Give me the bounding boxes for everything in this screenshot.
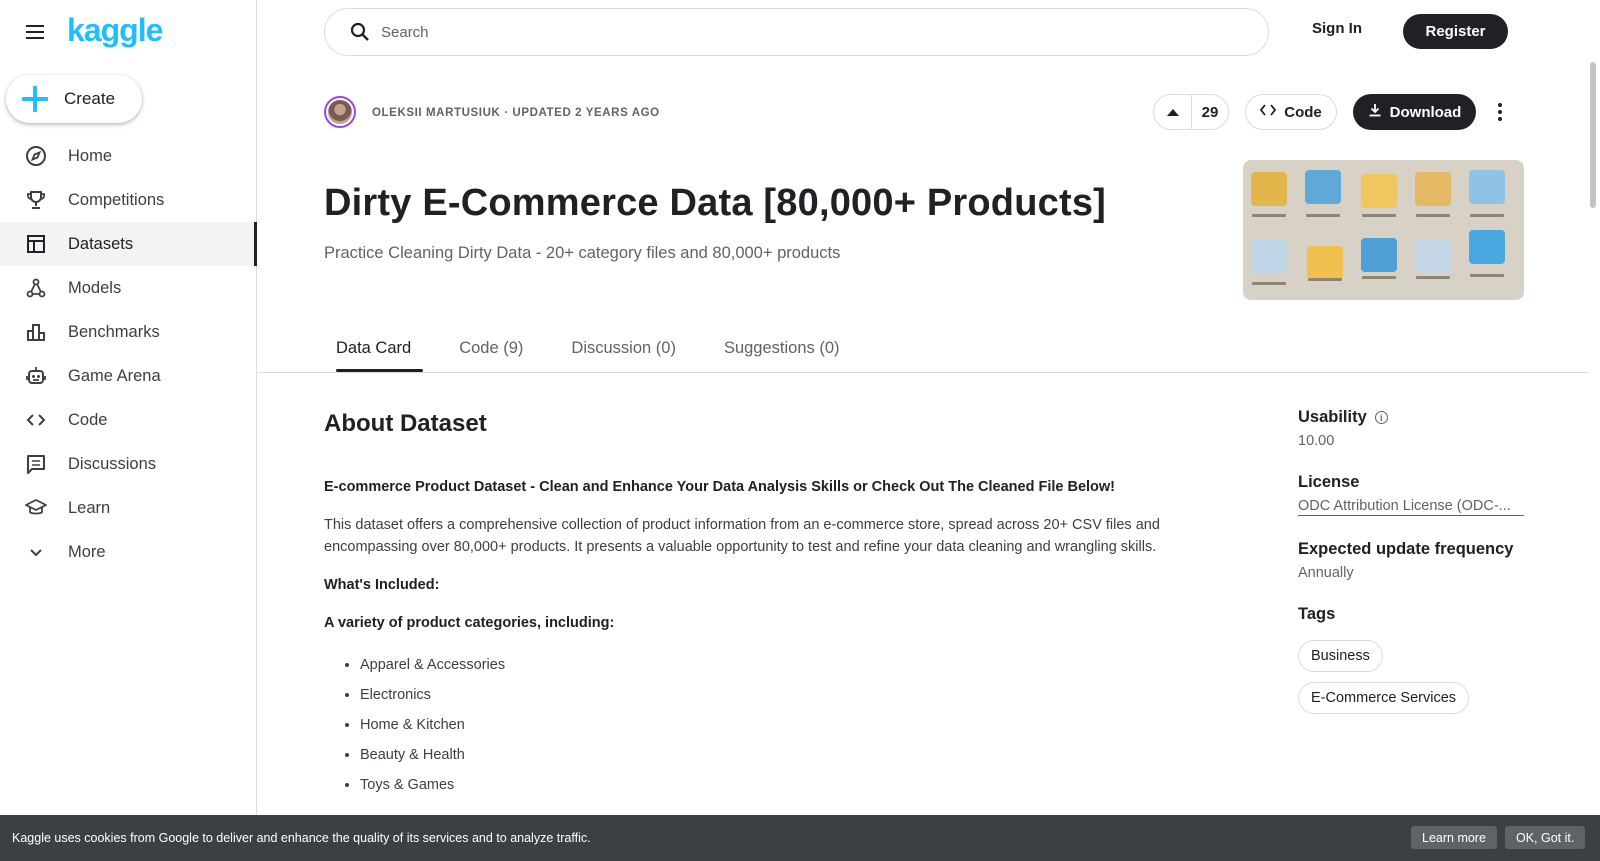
sidebar-item-label: Benchmarks: [68, 322, 160, 341]
robot-icon: [25, 365, 47, 387]
upvote-button[interactable]: [1154, 95, 1192, 129]
page-subtitle: Practice Cleaning Dirty Data - 20+ categ…: [324, 244, 841, 262]
dataset-cover-image: [1243, 160, 1524, 300]
download-button[interactable]: Download: [1353, 94, 1476, 130]
trophy-icon: [25, 189, 47, 211]
categories-list: Apparel & Accessories Electronics Home &…: [360, 654, 1204, 796]
cookie-banner: Kaggle uses cookies from Google to deliv…: [0, 815, 1600, 861]
sidebar-nav: Home Competitions Datasets Models Benchm…: [0, 134, 257, 574]
cookie-message: Kaggle uses cookies from Google to deliv…: [12, 831, 591, 845]
create-label: Create: [64, 89, 116, 108]
sidebar-item-label: Learn: [68, 498, 111, 517]
sidebar-item-label: More: [68, 542, 106, 561]
sign-in-link[interactable]: Sign In: [1312, 20, 1362, 37]
search-icon: [349, 21, 371, 43]
metadata-panel: Usability i 10.00 License ODC Attributio…: [1298, 408, 1524, 714]
tab-discussion[interactable]: Discussion (0): [559, 333, 688, 372]
sidebar: kaggle Create Home Competitions Datasets: [0, 0, 257, 861]
tab-suggestions[interactable]: Suggestions (0): [712, 333, 852, 372]
sidebar-item-label: Home: [68, 146, 113, 165]
tags-label: Tags: [1298, 605, 1336, 623]
usability-label: Usability i: [1298, 408, 1524, 427]
description-paragraph: This dataset offers a comprehensive coll…: [324, 517, 1160, 555]
code-icon: [25, 409, 47, 431]
sidebar-item-datasets[interactable]: Datasets: [0, 222, 257, 266]
usability-value: 10.00: [1298, 433, 1335, 449]
info-icon[interactable]: i: [1374, 411, 1388, 424]
list-item: Apparel & Accessories: [360, 654, 1204, 676]
sidebar-item-competitions[interactable]: Competitions: [0, 178, 257, 222]
tag-chip[interactable]: E-Commerce Services: [1298, 682, 1470, 714]
list-item: Beauty & Health: [360, 744, 1204, 766]
page-title: Dirty E-Commerce Data [80,000+ Products]: [324, 182, 1107, 224]
tabs-divider: [257, 372, 1589, 373]
search-bar[interactable]: [324, 8, 1269, 56]
kaggle-logo[interactable]: kaggle: [67, 12, 163, 49]
sidebar-item-label: Code: [68, 410, 108, 429]
create-button[interactable]: Create: [6, 75, 142, 123]
search-input[interactable]: [381, 23, 1181, 41]
page-scrollbar[interactable]: [1590, 62, 1596, 208]
list-item: Home & Kitchen: [360, 714, 1204, 736]
about-heading: About Dataset: [324, 410, 487, 437]
dataset-byline: OLEKSII MARTUSIUK · UPDATED 2 YEARS AGO: [372, 107, 660, 119]
list-item: Toys & Games: [360, 774, 1204, 796]
frequency-value: Annually: [1298, 565, 1354, 581]
categories-heading: A variety of product categories, includi…: [324, 615, 615, 631]
license-label: License: [1298, 473, 1360, 491]
list-item: Electronics: [360, 684, 1204, 706]
graduation-cap-icon: [25, 497, 47, 519]
dataset-tabs: Data Card Code (9) Discussion (0) Sugges…: [324, 333, 852, 372]
caret-up-icon: [1166, 108, 1179, 116]
included-heading: What's Included:: [324, 577, 440, 593]
more-options-icon[interactable]: [1488, 99, 1512, 125]
license-link[interactable]: ODC Attribution License (ODC-...: [1298, 498, 1524, 516]
sidebar-item-benchmarks[interactable]: Benchmarks: [0, 310, 257, 354]
table-icon: [25, 233, 47, 255]
comment-icon: [25, 453, 47, 475]
plus-icon: [22, 86, 48, 112]
sidebar-item-home[interactable]: Home: [0, 134, 257, 178]
compass-icon: [25, 145, 47, 167]
frequency-label: Expected update frequency: [1298, 540, 1514, 558]
ok-got-it-button[interactable]: OK, Got it.: [1505, 826, 1586, 849]
chevron-down-icon: [25, 541, 47, 563]
usability-label-text: Usability: [1298, 408, 1367, 426]
tag-chip[interactable]: Business: [1298, 640, 1383, 672]
sidebar-item-label: Game Arena: [68, 366, 161, 385]
sidebar-item-code[interactable]: Code: [0, 398, 257, 442]
bar-chart-icon: [25, 321, 47, 343]
sidebar-item-more[interactable]: More: [0, 530, 257, 574]
download-icon: [1368, 103, 1382, 121]
sidebar-item-label: Datasets: [68, 234, 134, 253]
code-button-label: Code: [1284, 103, 1322, 121]
description-lead: E-commerce Product Dataset - Clean and E…: [324, 479, 1116, 495]
tab-code[interactable]: Code (9): [447, 333, 535, 372]
sidebar-item-label: Discussions: [68, 454, 157, 473]
download-button-label: Download: [1389, 103, 1462, 121]
tab-data-card[interactable]: Data Card: [324, 333, 424, 372]
vote-count: 29: [1201, 103, 1219, 121]
sidebar-item-discussions[interactable]: Discussions: [0, 442, 257, 486]
learn-more-button[interactable]: Learn more: [1411, 826, 1497, 849]
code-icon: [1260, 103, 1277, 121]
tags-list: Business E-Commerce Services: [1298, 640, 1524, 714]
dataset-description: E-commerce Product Dataset - Clean and E…: [324, 476, 1204, 804]
sidebar-item-game-arena[interactable]: Game Arena: [0, 354, 257, 398]
models-icon: [25, 277, 47, 299]
register-button[interactable]: Register: [1403, 14, 1508, 49]
code-button[interactable]: Code: [1245, 94, 1337, 130]
avatar[interactable]: [324, 96, 356, 128]
sidebar-item-models[interactable]: Models: [0, 266, 257, 310]
sidebar-item-learn[interactable]: Learn: [0, 486, 257, 530]
sidebar-item-label: Models: [68, 278, 122, 297]
upvote-widget: 29: [1153, 94, 1229, 130]
hamburger-menu-icon[interactable]: [25, 22, 47, 42]
sidebar-item-label: Competitions: [68, 190, 165, 209]
